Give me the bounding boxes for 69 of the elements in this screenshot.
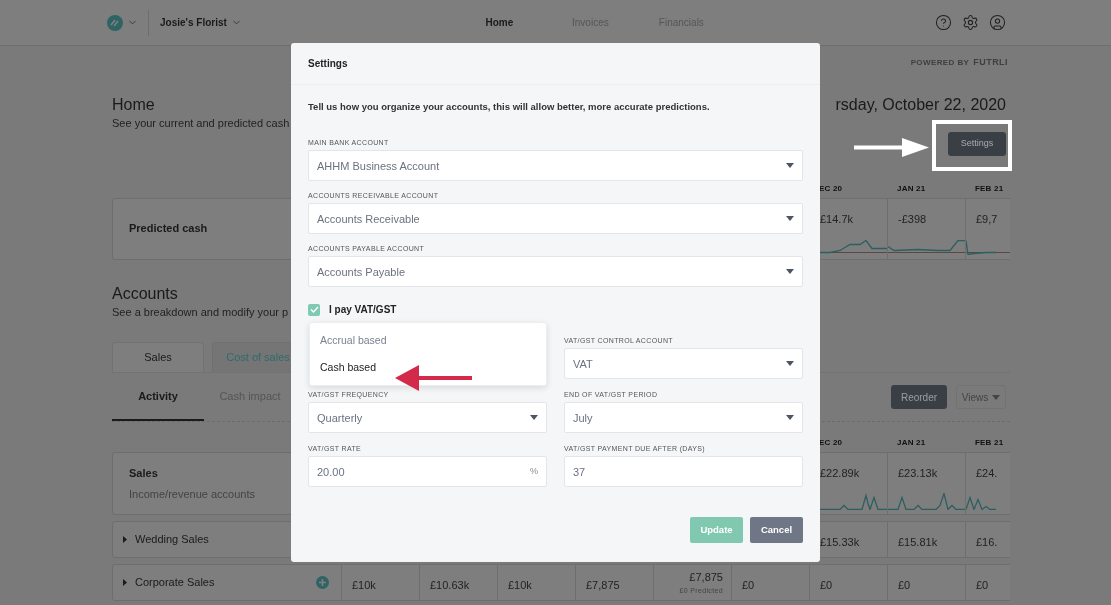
amount-text: £24. — [976, 466, 999, 481]
amount-text: £16. — [976, 535, 999, 550]
help-icon[interactable] — [935, 14, 952, 31]
section-subtitle: See a breakdown and modify your p — [112, 304, 289, 320]
caret-icon — [786, 216, 794, 222]
card-title: Sales — [129, 466, 158, 481]
caret-icon — [786, 415, 794, 421]
amount-text: £15.33k — [820, 535, 861, 550]
amount-text: £0 — [976, 578, 990, 593]
amount-text: £23.13k — [898, 466, 939, 481]
powered-by-text: POWERED BY — [910, 57, 970, 69]
card-subtitle: Income/revenue accounts — [129, 486, 255, 502]
cancel-button[interactable]: Cancel — [750, 517, 803, 544]
user-icon[interactable] — [989, 14, 1006, 31]
amount-text: £22.89k — [820, 466, 861, 481]
amount-text: £7,875 — [689, 570, 723, 585]
select-field[interactable]: Accounts Receivable — [308, 203, 803, 235]
input-field[interactable]: 20.00 % — [308, 456, 547, 488]
dialog-intro: Tell us how you organize your accounts, this will allow better, more accurate predictions. — [308, 100, 711, 114]
checkbox[interactable] — [308, 303, 320, 316]
page-title: Home — [112, 95, 156, 115]
amount-text: £14.7k — [820, 211, 855, 227]
amount-text: £9,7 — [976, 211, 999, 227]
view-tab[interactable]: Activity — [112, 373, 204, 421]
caret-icon — [786, 269, 794, 275]
select-field[interactable]: VAT — [564, 348, 803, 380]
input-field[interactable]: 37 — [564, 456, 803, 488]
checkbox-label: I pay VAT/GST — [329, 303, 397, 318]
month-label: FEB 21 — [975, 183, 1004, 193]
expand-arrow-icon[interactable] — [123, 536, 127, 543]
expand-arrow-icon[interactable] — [123, 579, 127, 586]
amount-text: £10.63k — [430, 578, 471, 593]
select-field[interactable]: AHHM Business Account — [308, 150, 803, 182]
category-tab[interactable]: Sales — [112, 342, 204, 372]
caret-icon — [992, 394, 1001, 400]
section-title: Accounts — [112, 283, 178, 304]
settings-button[interactable]: Settings — [948, 131, 1006, 156]
month-label: JAN 21 — [897, 438, 926, 447]
nav-tab[interactable]: Home — [453, 15, 545, 30]
reorder-button[interactable]: Reorder — [891, 385, 947, 409]
amount-text: -£398 — [898, 211, 928, 227]
account-switcher[interactable]: Josie's Florist — [160, 15, 242, 30]
brand-logo: FUTRLI — [973, 56, 1008, 70]
select-field[interactable]: Accounts Payable — [308, 256, 803, 288]
account-name: Wedding Sales — [135, 532, 209, 548]
caret-icon — [786, 361, 794, 367]
caret-icon — [786, 163, 794, 169]
card-title: Predicted cash — [129, 221, 208, 237]
month-label: EC 20 — [819, 438, 843, 447]
settings-icon[interactable] — [962, 14, 979, 31]
amount-text: £0 — [820, 578, 834, 593]
amount-text: £10k — [508, 578, 533, 593]
dialog-title: Settings — [308, 57, 348, 71]
amount-text: £7,875 — [586, 578, 621, 593]
select-field[interactable]: July — [564, 402, 803, 434]
amount-text: £0 — [742, 578, 756, 593]
amount-text: £15.81k — [898, 535, 939, 550]
account-name: Corporate Sales — [135, 575, 215, 591]
amount-text: £10k — [352, 578, 377, 593]
select-field[interactable]: Quarterly — [308, 402, 547, 434]
menu-option[interactable]: Cash based — [320, 360, 536, 376]
month-label: JAN 21 — [897, 183, 926, 193]
page-subtitle: See your current and predicted cash — [112, 116, 290, 131]
month-label: FEB 21 — [975, 438, 1004, 447]
menu-option[interactable]: Accrual based — [320, 332, 536, 349]
caret-icon — [530, 415, 538, 421]
amount-text: £0 — [898, 578, 912, 593]
date-heading: rsday, October 22, 2020 — [835, 95, 1006, 115]
month-label: EC 20 — [819, 183, 843, 193]
